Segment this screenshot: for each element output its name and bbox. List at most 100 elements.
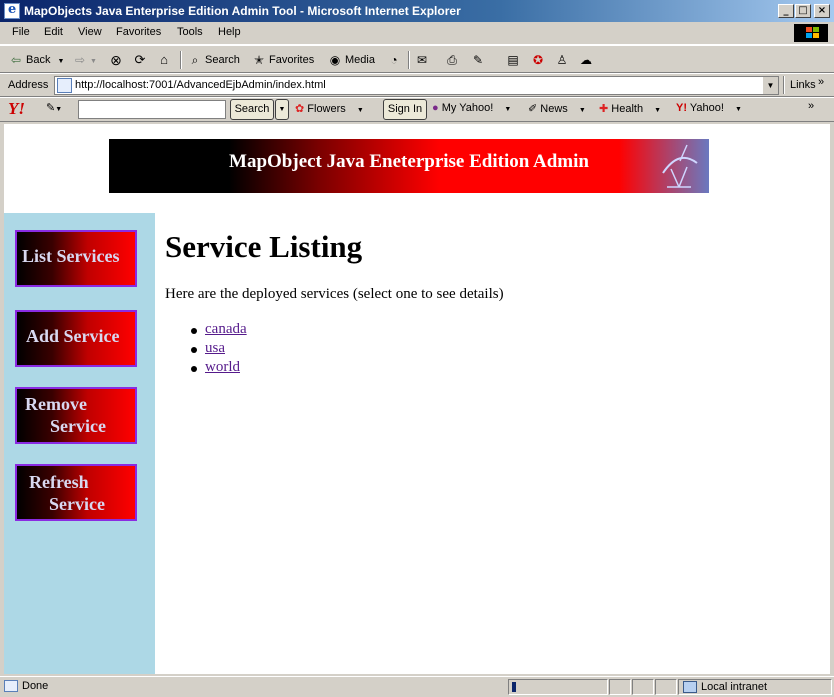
close-button[interactable]: × bbox=[814, 4, 830, 18]
menu-file[interactable]: File bbox=[12, 26, 30, 38]
chevron-down-icon[interactable]: ▼ bbox=[654, 107, 661, 114]
maximize-button[interactable]: □ bbox=[795, 4, 811, 18]
chevron-down-icon[interactable]: ▼ bbox=[58, 58, 65, 65]
standard-toolbar: ⇦ Back ▼ ⇨ ▼ ⊗ ⟳ ⌂ ⌕ Search ✭ Favorites ◉ Med… bbox=[0, 45, 834, 73]
banner: MapObject Java Eneterprise Edition Admin bbox=[109, 139, 709, 193]
my-yahoo-icon: ● bbox=[432, 102, 439, 114]
my-yahoo-button[interactable]: ● My Yahoo! ▼ bbox=[432, 102, 511, 114]
address-bar: Address http://localhost:7001/AdvancedEj… bbox=[0, 73, 834, 97]
service-link-usa[interactable]: usa bbox=[205, 340, 225, 356]
title-bar: MapObjects Java Enterprise Edition Admin… bbox=[0, 0, 834, 22]
chevron-down-icon[interactable]: ▼ bbox=[579, 107, 586, 114]
home-icon[interactable]: ⌂ bbox=[156, 52, 172, 68]
search-icon: ⌕ bbox=[191, 53, 199, 67]
status-bar: Done Local intranet bbox=[0, 676, 834, 697]
page-done-icon bbox=[4, 680, 18, 692]
menu-help[interactable]: Help bbox=[218, 26, 241, 38]
star-icon: ✭ bbox=[253, 53, 265, 67]
yahoo-search-input[interactable] bbox=[78, 100, 226, 119]
discuss-icon[interactable]: ▤ bbox=[505, 52, 521, 68]
yahoo-small-icon: Y! bbox=[676, 102, 687, 114]
menu-bar: File Edit View Favorites Tools Help bbox=[0, 22, 834, 45]
messenger-icon[interactable]: ♙ bbox=[554, 52, 570, 68]
address-input[interactable]: http://localhost:7001/AdvancedEjbAdmin/i… bbox=[54, 76, 779, 95]
service-link-canada[interactable]: canada bbox=[205, 321, 247, 337]
chevron-right-icon[interactable]: » bbox=[808, 100, 814, 112]
yahoo-toolbar: Y! ✎▼ Search ▼ ✿ Flowers ▼ Sign In ● My … bbox=[0, 97, 834, 122]
window-title: MapObjects Java Enterprise Edition Admin… bbox=[24, 4, 461, 18]
status-text-cell: Done bbox=[2, 679, 504, 695]
back-arrow-icon: ⇦ bbox=[10, 53, 22, 67]
chevron-down-icon[interactable]: ▼ bbox=[90, 58, 97, 65]
flowers-button[interactable]: ✿ Flowers ▼ bbox=[295, 102, 364, 115]
intranet-icon bbox=[683, 681, 697, 693]
pencil-icon[interactable]: ✎▼ bbox=[46, 101, 62, 114]
yahoo-logo-icon[interactable]: Y! bbox=[8, 99, 25, 119]
zone-cell: Local intranet bbox=[678, 679, 832, 695]
satellite-dish-icon bbox=[662, 144, 698, 188]
search-button[interactable]: ⌕ Search bbox=[187, 52, 240, 68]
back-button[interactable]: ⇦ Back ▼ bbox=[8, 52, 65, 68]
stop-icon[interactable]: ⊗ bbox=[108, 52, 124, 68]
links-button[interactable]: Links bbox=[790, 79, 816, 91]
history-icon[interactable]: ◔ bbox=[386, 52, 402, 68]
media-button[interactable]: ◉ Media bbox=[327, 52, 375, 68]
nav-remove-service-button[interactable]: Remove Service bbox=[15, 387, 137, 444]
print-icon[interactable]: ⎙ bbox=[444, 52, 460, 68]
chevron-down-icon[interactable]: ▼ bbox=[735, 106, 742, 113]
yahoo-button[interactable]: Y! Yahoo! ▼ bbox=[676, 102, 742, 114]
favorites-button[interactable]: ✭ Favorites bbox=[251, 52, 314, 68]
address-url: http://localhost:7001/AdvancedEjbAdmin/i… bbox=[75, 79, 326, 91]
zone-text: Local intranet bbox=[701, 681, 768, 693]
news-button[interactable]: ✐ News ▼ bbox=[528, 102, 586, 115]
nav-list-services-button[interactable]: List Services bbox=[15, 230, 137, 287]
minimize-button[interactable]: _ bbox=[778, 4, 794, 18]
chevron-down-icon[interactable]: ▼ bbox=[504, 106, 511, 113]
service-list: canada usa world bbox=[165, 321, 247, 378]
page-icon bbox=[57, 78, 72, 93]
health-button[interactable]: ✚ Health ▼ bbox=[599, 102, 661, 115]
chevron-down-icon[interactable]: ▼ bbox=[762, 77, 778, 94]
chevron-down-icon[interactable]: ▼ bbox=[357, 107, 364, 114]
service-link-world[interactable]: world bbox=[205, 359, 240, 375]
chevron-down-icon[interactable]: ▼ bbox=[275, 99, 289, 120]
progress-indicator bbox=[512, 682, 516, 692]
edit-icon[interactable]: ✎ bbox=[470, 52, 486, 68]
media-icon: ◉ bbox=[329, 53, 341, 67]
banner-title: MapObject Java Eneterprise Edition Admin bbox=[229, 151, 589, 172]
yahoo-search-button[interactable]: Search bbox=[230, 99, 274, 120]
nav-refresh-service-button[interactable]: Refresh Service bbox=[15, 464, 137, 521]
news-icon: ✐ bbox=[528, 103, 538, 115]
toolbar-separator bbox=[783, 76, 785, 94]
frame-left bbox=[0, 122, 4, 676]
frame-right bbox=[830, 122, 834, 676]
flower-icon: ✿ bbox=[295, 103, 305, 115]
intro-text: Here are the deployed services (select o… bbox=[165, 286, 504, 302]
list-item: world bbox=[165, 359, 247, 378]
health-icon: ✚ bbox=[599, 103, 609, 115]
refresh-icon[interactable]: ⟳ bbox=[132, 52, 148, 68]
toolbar-separator bbox=[180, 51, 182, 69]
menu-edit[interactable]: Edit bbox=[44, 26, 63, 38]
page-title: Service Listing bbox=[165, 229, 363, 264]
sidebar: List Services Add Service Remove Service… bbox=[4, 213, 155, 674]
yahoo-award-icon[interactable]: ✪ bbox=[530, 52, 546, 68]
sign-in-button[interactable]: Sign In bbox=[383, 99, 427, 120]
menu-tools[interactable]: Tools bbox=[177, 26, 203, 38]
chat-icon[interactable]: ☁ bbox=[578, 52, 594, 68]
list-item: usa bbox=[165, 340, 247, 359]
ie-icon bbox=[4, 2, 20, 19]
status-text: Done bbox=[22, 680, 49, 692]
page-content: MapObject Java Eneterprise Edition Admin… bbox=[4, 124, 830, 674]
forward-button[interactable]: ⇨ ▼ bbox=[72, 52, 97, 68]
menu-favorites[interactable]: Favorites bbox=[116, 26, 161, 38]
address-label: Address bbox=[8, 79, 49, 91]
windows-logo-icon bbox=[794, 24, 828, 42]
chevron-right-icon[interactable]: » bbox=[818, 76, 824, 88]
progress-cell bbox=[508, 679, 608, 695]
forward-arrow-icon: ⇨ bbox=[74, 53, 86, 67]
status-cell bbox=[609, 679, 631, 695]
mail-icon[interactable]: ✉ bbox=[414, 52, 430, 68]
menu-view[interactable]: View bbox=[78, 26, 102, 38]
nav-add-service-button[interactable]: Add Service bbox=[15, 310, 137, 367]
